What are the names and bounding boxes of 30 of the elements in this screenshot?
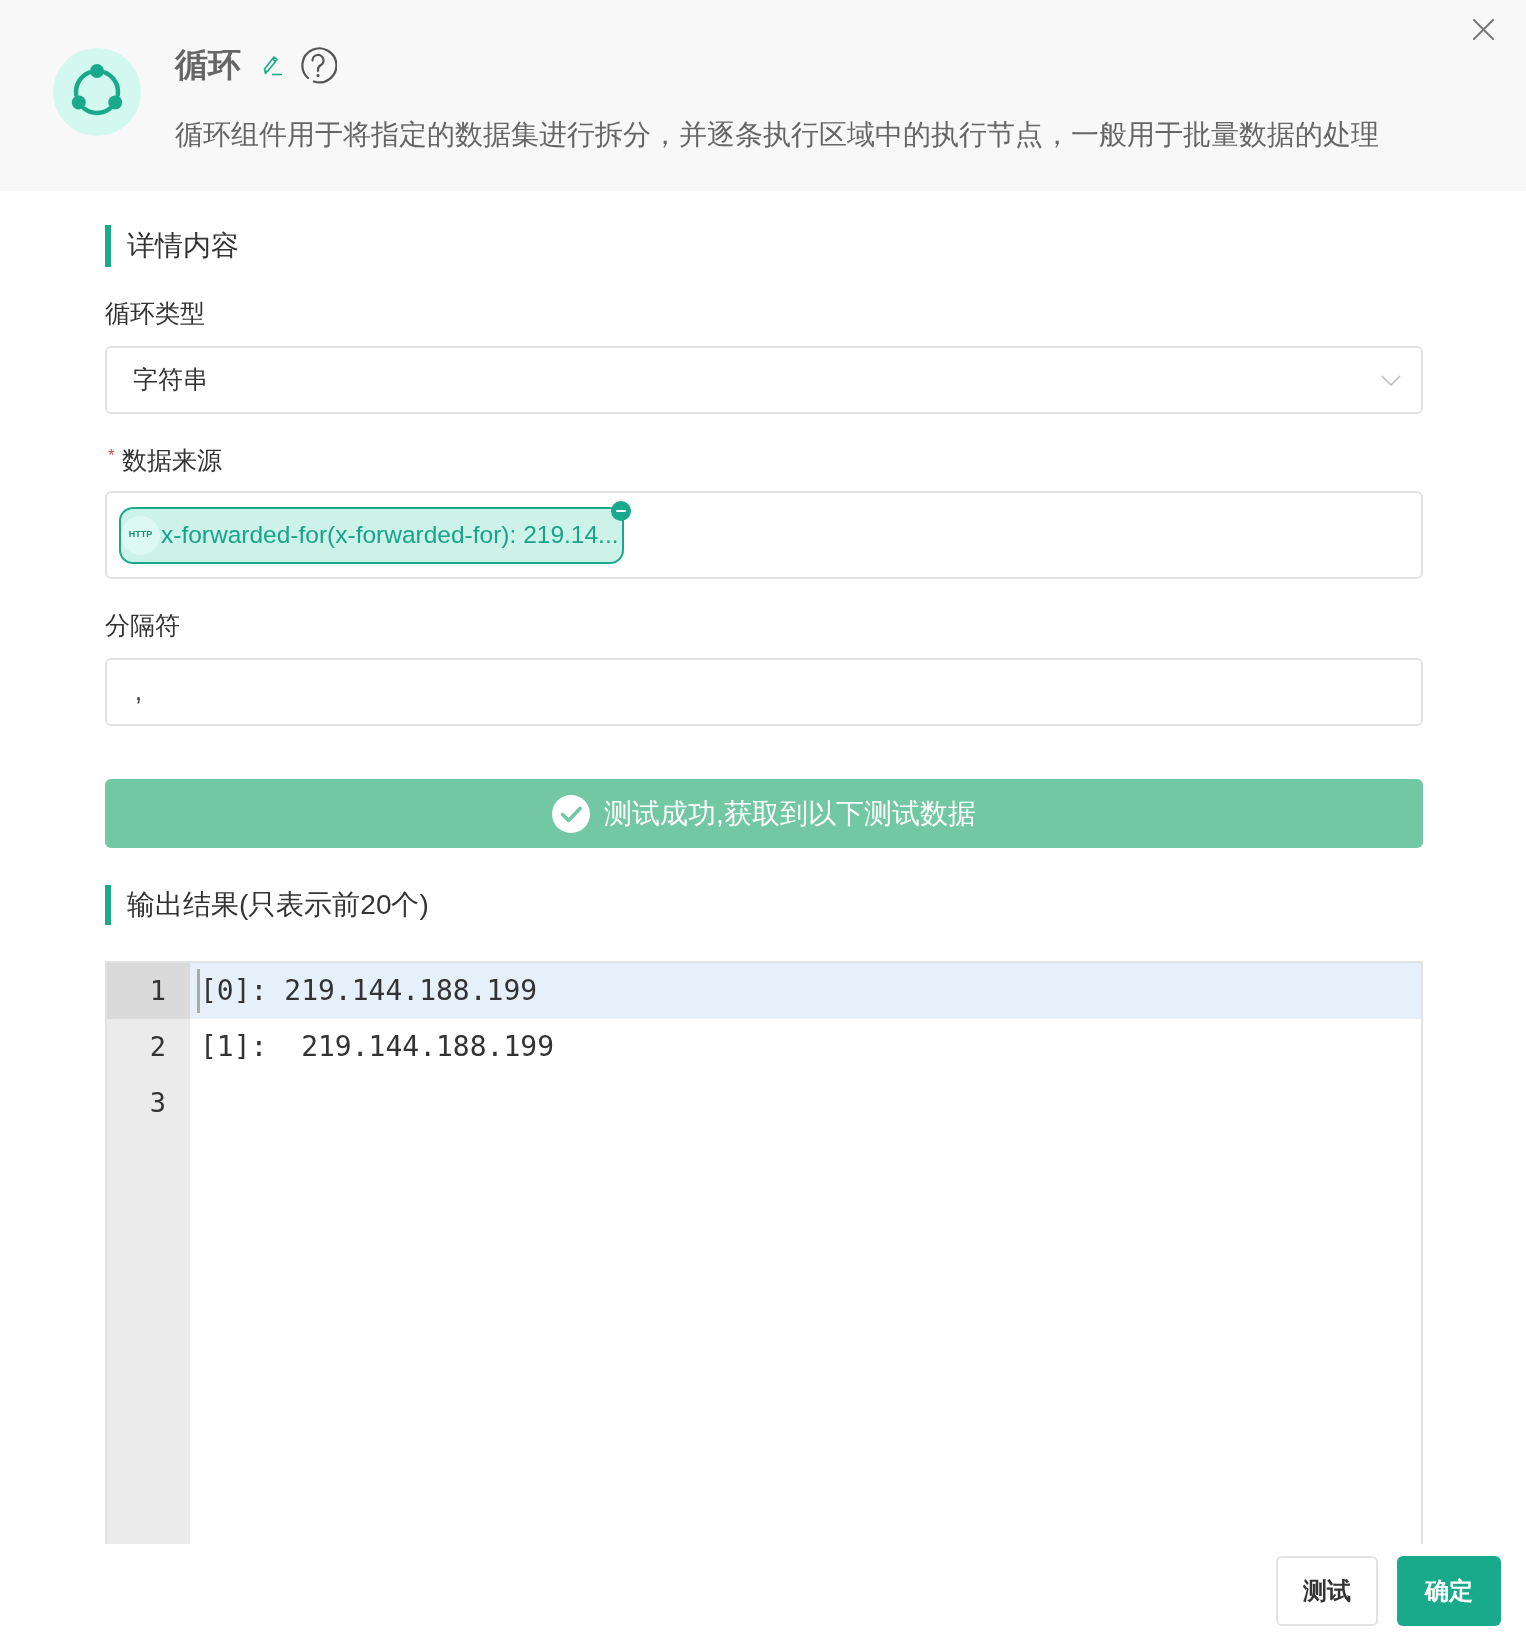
text-cursor (197, 969, 200, 1013)
data-source-tag[interactable]: HTTP x-forwarded-for(x-forwarded-for): 219.14... (119, 506, 624, 564)
line-number: 2 (148, 1029, 167, 1064)
text-input-field[interactable]: , (105, 658, 1423, 726)
minus-circle-icon[interactable] (610, 500, 631, 521)
field-label: 分隔符 (105, 610, 180, 641)
header-title: 循环 (175, 45, 241, 85)
section-heading: 输出结果(只表示前20个) (127, 888, 429, 922)
field-label: 数据来源 (121, 445, 222, 476)
field-label: 循环类型 (105, 298, 205, 329)
select-field[interactable]: 字符串 (105, 346, 1423, 414)
header-description: 循环组件用于将指定的数据集进行拆分，并逐条执行区域中的执行节点，一般用于批量数据的处理 (175, 118, 1379, 152)
check-circle-icon (552, 794, 591, 833)
line-number: 3 (148, 1085, 167, 1120)
result-message: 测试成功,获取到以下测试数据 (604, 796, 976, 831)
help-icon[interactable] (299, 46, 337, 84)
code-line: [1]: 219.144.188.199 (199, 1029, 555, 1065)
pencil-icon[interactable] (263, 54, 283, 76)
accent-bar-icon (105, 225, 111, 267)
tag-input-field[interactable]: HTTP x-forwarded-for(x-forwarded-for): 219.14... (105, 491, 1423, 579)
cycle-nodes-icon (53, 48, 141, 136)
accent-bar-icon (105, 885, 111, 925)
section-heading: 详情内容 (127, 229, 239, 263)
line-number: 1 (107, 963, 190, 1019)
close-icon[interactable] (1473, 19, 1494, 40)
chevron-down-icon (1381, 374, 1401, 386)
protocol-label: HTTP (121, 515, 160, 555)
test-button[interactable]: 测试 (1276, 1556, 1378, 1626)
code-editor[interactable]: 1 2 3 [0]: 219.144.188.199 [1]: 219.144.188.199 (105, 961, 1423, 1544)
required-asterisk: * (108, 446, 115, 466)
